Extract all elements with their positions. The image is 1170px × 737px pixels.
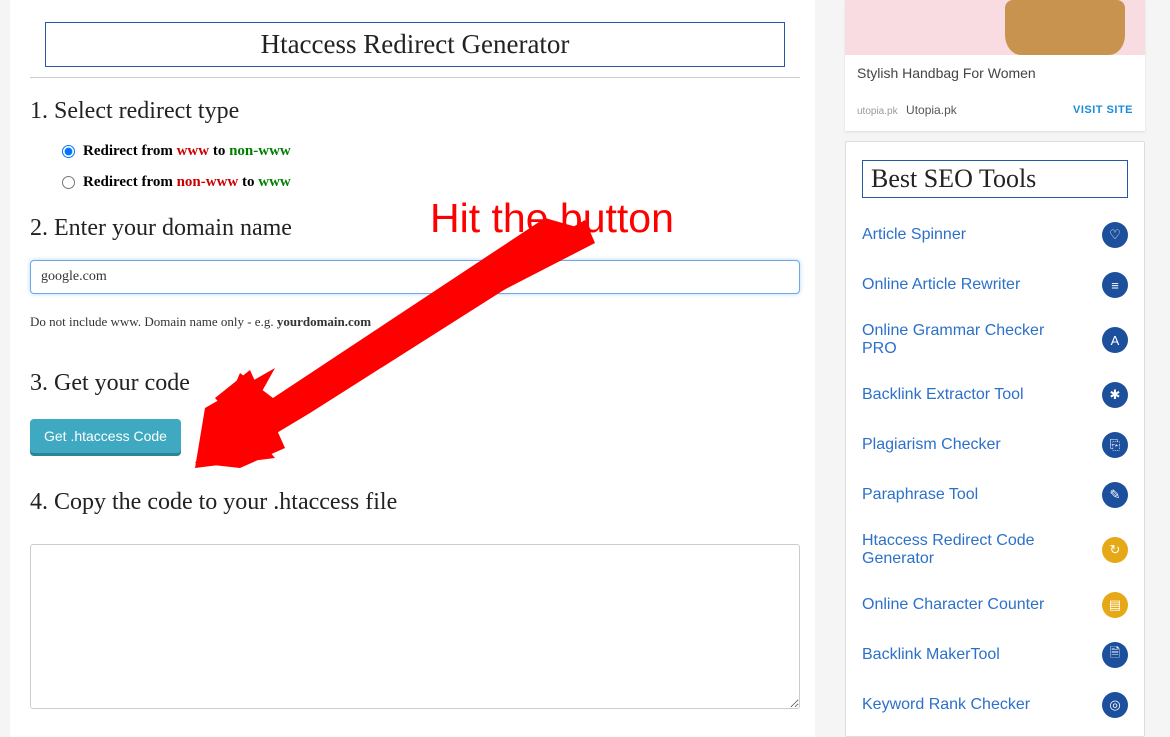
visit-site-link[interactable]: VISIT SITE: [1073, 104, 1133, 116]
rank-icon: ◎: [1102, 692, 1128, 718]
rewriter-icon: ≡: [1102, 272, 1128, 298]
tool-link[interactable]: Online Article Rewriter: [862, 276, 1020, 294]
tool-link[interactable]: Plagiarism Checker: [862, 436, 1001, 454]
section4-heading: 4. Copy the code to your .htaccess file: [30, 489, 800, 516]
divider: [30, 77, 800, 78]
page-title: Htaccess Redirect Generator: [45, 22, 785, 67]
radio-option-nonwww-to-www[interactable]: Redirect from non-www to www: [62, 174, 800, 191]
tools-panel: Best SEO Tools Article Spinner ♡ Online Ar…: [845, 141, 1145, 737]
radio-option-www-to-nonwww[interactable]: Redirect from www to non-www: [62, 143, 800, 160]
tool-link[interactable]: Online Character Counter: [862, 596, 1044, 614]
tool-link[interactable]: Backlink MakerTool: [862, 646, 1000, 664]
redirect-type-group: Redirect from www to non-www Redirect fr…: [62, 143, 800, 191]
radio-www-to-nonwww[interactable]: [62, 145, 75, 158]
tools-title: Best SEO Tools: [862, 160, 1128, 198]
tool-link[interactable]: Keyword Rank Checker: [862, 696, 1030, 714]
tool-item: Online Grammar Checker PRO A: [862, 322, 1128, 358]
grammar-icon: A: [1102, 327, 1128, 353]
radio-nonwww-to-www[interactable]: [62, 176, 75, 189]
sidebar: Stylish Handbag For Women utopia.pk Utop…: [845, 0, 1155, 737]
htaccess-code-output[interactable]: [30, 544, 800, 709]
tool-link[interactable]: Paraphrase Tool: [862, 486, 978, 504]
spinner-icon: ♡: [1102, 222, 1128, 248]
ad-brand: utopia.pk Utopia.pk: [857, 101, 957, 119]
tool-item: Keyword Rank Checker ◎: [862, 692, 1128, 718]
annotation-arrow-icon: [175, 218, 595, 478]
ad-card[interactable]: Stylish Handbag For Women utopia.pk Utop…: [845, 0, 1145, 131]
counter-icon: ▤: [1102, 592, 1128, 618]
backlink-icon: ✱: [1102, 382, 1128, 408]
tool-link[interactable]: Article Spinner: [862, 226, 966, 244]
section1-heading: 1. Select redirect type: [30, 98, 800, 125]
main-panel: Htaccess Redirect Generator 1. Select re…: [10, 0, 815, 737]
tool-link[interactable]: Online Grammar Checker PRO: [862, 322, 1082, 358]
tool-item: Online Article Rewriter ≡: [862, 272, 1128, 298]
tool-item: Paraphrase Tool ✎: [862, 482, 1128, 508]
paraphrase-icon: ✎: [1102, 482, 1128, 508]
ad-text: Stylish Handbag For Women: [845, 55, 1145, 91]
ad-image: [845, 0, 1145, 55]
tool-item: Htaccess Redirect Code Generator ↻: [862, 532, 1128, 568]
tool-item: Article Spinner ♡: [862, 222, 1128, 248]
plagiarism-icon: ⎘: [1102, 432, 1128, 458]
tool-link[interactable]: Backlink Extractor Tool: [862, 386, 1024, 404]
tool-item: Backlink MakerTool 🗎: [862, 642, 1128, 668]
tool-item: Online Character Counter ▤: [862, 592, 1128, 618]
handbag-icon: [1005, 0, 1125, 55]
maker-icon: 🗎: [1102, 642, 1128, 668]
tool-link[interactable]: Htaccess Redirect Code Generator: [862, 532, 1082, 568]
htaccess-icon: ↻: [1102, 537, 1128, 563]
get-htaccess-code-button[interactable]: Get .htaccess Code: [30, 419, 181, 453]
tool-item: Backlink Extractor Tool ✱: [862, 382, 1128, 408]
tool-item: Plagiarism Checker ⎘: [862, 432, 1128, 458]
